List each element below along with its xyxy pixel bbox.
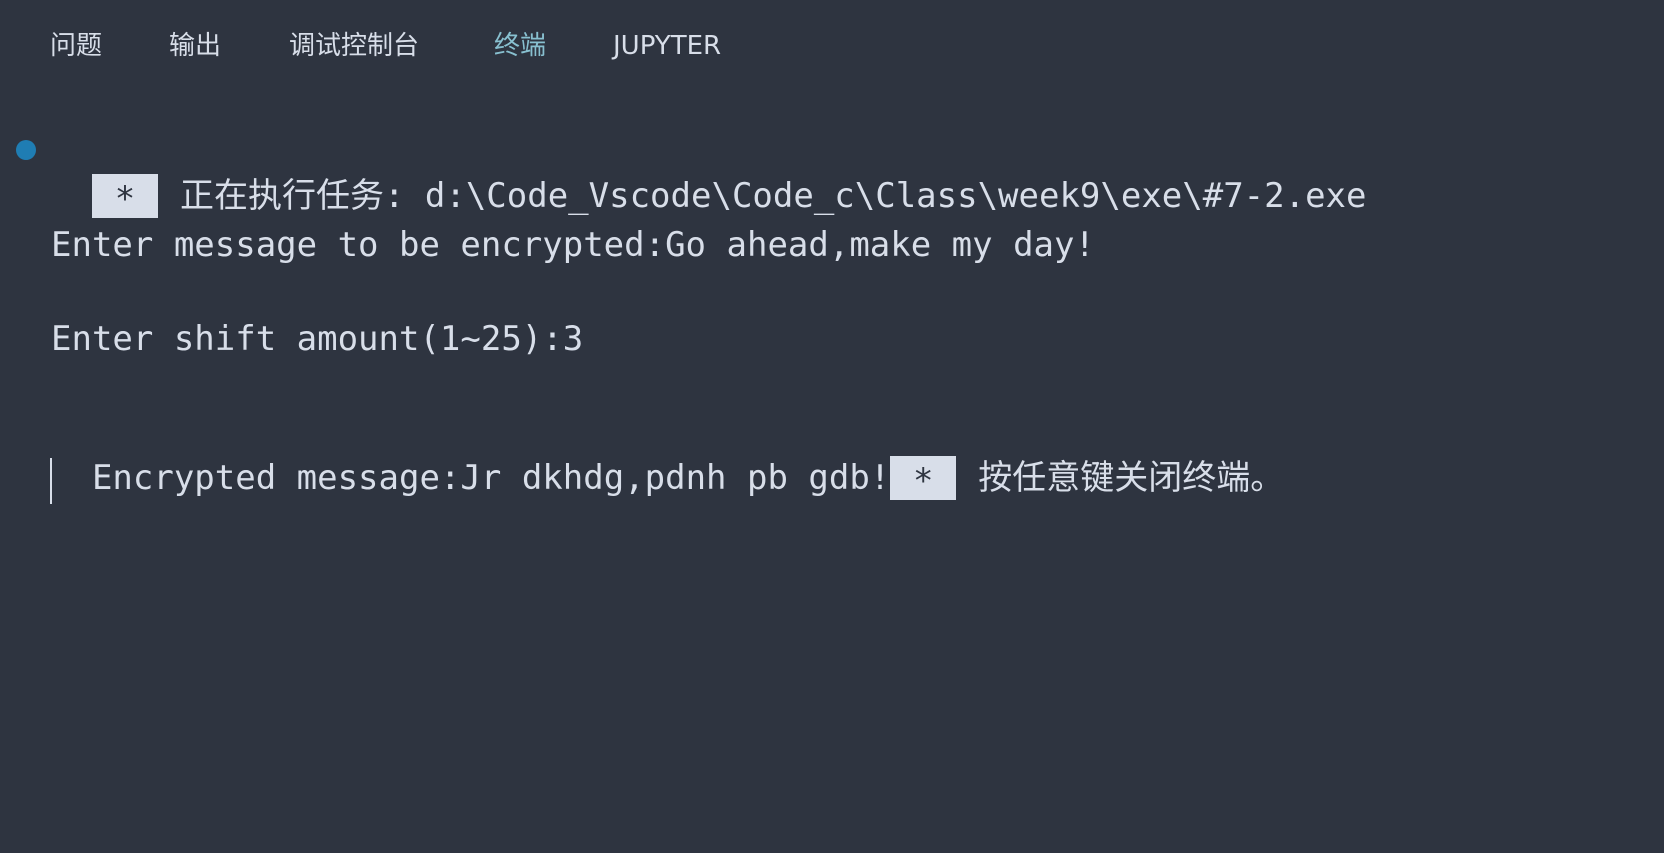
tab-jupyter[interactable]: JUPYTER	[613, 28, 721, 64]
tab-terminal[interactable]: 终端	[494, 28, 546, 64]
tab-debug-console[interactable]: 调试控制台	[289, 28, 419, 64]
terminal-cursor[interactable]	[50, 458, 52, 504]
tab-problems[interactable]: 问题	[50, 28, 102, 64]
task-marker: *	[91, 174, 158, 219]
encrypted-message: Encrypted message:Jr dkhdg,pdnh pb gdb!	[91, 458, 891, 498]
panel-tab-bar: 问题 输出 调试控制台 终端 JUPYTER	[0, 0, 1664, 92]
task-line: * 正在执行任务: d:\Code_Vscode\Code_c\Class\wee…	[51, 130, 1367, 219]
task-status-icon[interactable]	[16, 140, 36, 160]
tab-output[interactable]: 输出	[169, 28, 221, 64]
terminal-output-line: Enter shift amount(1~25):3	[51, 319, 584, 359]
terminal-output-line-final: Encrypted message:Jr dkhdg,pdnh pb gdb! *…	[51, 412, 1284, 501]
terminal-output-line: Enter message to be encrypted:Go ahead,m…	[51, 225, 1095, 265]
task-label: 正在执行任务: d:\Code_Vscode\Code_c\Class\week…	[179, 176, 1367, 216]
close-prompt: 按任意键关闭终端。	[978, 458, 1285, 498]
close-marker: *	[890, 456, 957, 501]
